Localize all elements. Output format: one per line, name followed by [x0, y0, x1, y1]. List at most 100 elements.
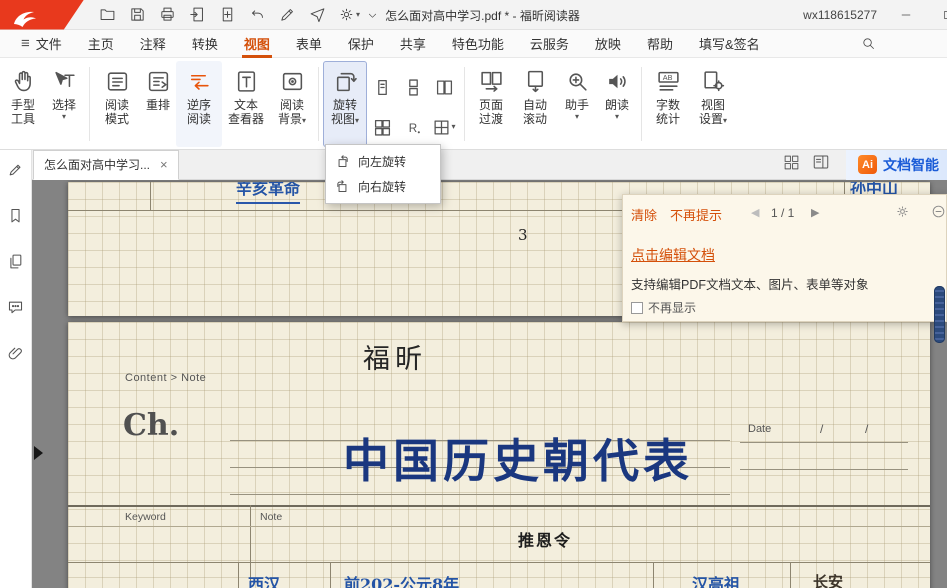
- rotate-view-icon: [333, 66, 358, 96]
- breadcrumb: Content > Note: [125, 372, 206, 384]
- menu-share[interactable]: 共享: [387, 30, 439, 58]
- comments-button[interactable]: [7, 298, 25, 316]
- reverse-reading-button[interactable]: 逆序阅读: [176, 61, 222, 147]
- collapse-panel-button[interactable]: [931, 204, 946, 224]
- page-transition-button[interactable]: 页面过渡: [469, 61, 513, 147]
- menu-file[interactable]: ≡ 文件: [8, 30, 75, 58]
- reflow-button[interactable]: 重排: [140, 61, 176, 147]
- thumbnail-grid-button[interactable]: [783, 154, 800, 176]
- print-button[interactable]: [158, 6, 176, 24]
- date-slash: /: [865, 422, 868, 436]
- read-mode-button[interactable]: 阅读模式: [94, 61, 140, 147]
- minimize-button[interactable]: [893, 2, 919, 28]
- reverse-reading-icon: [187, 66, 212, 96]
- word-count-button[interactable]: AB 字数统计: [646, 61, 690, 147]
- foxit-logo: [0, 0, 84, 30]
- read-aloud-button[interactable]: 朗读 ▾: [597, 61, 637, 147]
- text-viewer-button[interactable]: 文本查看器: [222, 61, 270, 147]
- menu-home[interactable]: 主页: [75, 30, 127, 58]
- next-page-icon[interactable]: ▶: [811, 206, 819, 219]
- rotate-view-label-1: 旋转: [333, 98, 357, 112]
- page-thumbnails-button[interactable]: [7, 252, 25, 270]
- rotate-left-label: 向左旋转: [358, 153, 406, 170]
- handwriting-years: 前202-公元8年: [344, 571, 459, 588]
- menu-file-label: 文件: [36, 34, 62, 53]
- read-aloud-label: 朗读: [605, 98, 629, 112]
- caret-down-icon: ▾: [575, 112, 579, 122]
- rotate-view-button[interactable]: 旋转视图▾: [323, 61, 367, 147]
- title-bar: ▾ 怎么面对高中学习.pdf * - 福昕阅读器 wx118615277: [0, 0, 947, 30]
- document-main-title: 中国历史朝代表: [248, 425, 788, 491]
- facing-pages-button[interactable]: [436, 79, 453, 96]
- menu-features[interactable]: 特色功能: [439, 30, 517, 58]
- previous-page-icon[interactable]: ◀: [751, 206, 759, 219]
- note-label: Note: [260, 511, 282, 523]
- window-title: 怎么面对高中学习.pdf * - 福昕阅读器: [385, 7, 580, 24]
- menu-protect[interactable]: 保护: [335, 30, 387, 58]
- caret-down-icon: ▾: [615, 112, 619, 122]
- menu-view[interactable]: 视图: [231, 30, 283, 58]
- view-settings-label-2: 设置: [699, 112, 723, 126]
- rotate-left-item[interactable]: 向左旋转: [326, 149, 440, 174]
- table-line: [330, 562, 331, 588]
- save-button[interactable]: [128, 6, 146, 24]
- menu-convert[interactable]: 转换: [179, 30, 231, 58]
- expand-panel-arrow[interactable]: [34, 446, 43, 460]
- close-tab-icon[interactable]: ×: [160, 157, 168, 172]
- share-button[interactable]: [308, 6, 326, 24]
- document-tab[interactable]: 怎么面对高中学习... ×: [33, 150, 179, 180]
- continuous-page-button[interactable]: [405, 79, 422, 96]
- menu-form[interactable]: 表单: [283, 30, 335, 58]
- bookmark-button[interactable]: [7, 206, 25, 224]
- menu-help[interactable]: 帮助: [634, 30, 686, 58]
- open-file-button[interactable]: [98, 6, 116, 24]
- rotate-right-item[interactable]: 向右旋转: [326, 174, 440, 199]
- ai-logo-icon: Ai: [858, 155, 877, 174]
- reading-background-icon: [280, 66, 305, 96]
- ai-document-button[interactable]: Ai 文档智能: [846, 150, 947, 180]
- dont-show-row[interactable]: 不再显示: [631, 299, 696, 316]
- attachment-button[interactable]: [7, 344, 25, 362]
- ai-document-label: 文档智能: [883, 155, 939, 175]
- menu-fill-sign[interactable]: 填写&签名: [686, 30, 773, 58]
- document-view-area[interactable]: 辛亥革命 孙中山 3 福昕 Content > Note Ch. Date / …: [32, 180, 947, 588]
- hand-tool-button[interactable]: 手型工具: [3, 61, 43, 147]
- single-page-button[interactable]: [374, 79, 391, 96]
- search-button[interactable]: [848, 30, 889, 58]
- view-settings-button[interactable]: 视图设置▾: [690, 61, 736, 147]
- left-panel-toolbar: [0, 150, 32, 588]
- continuous-facing-button[interactable]: [374, 119, 391, 136]
- edit-document-link[interactable]: 点击编辑文档: [631, 245, 715, 265]
- read-mode-label-1: 阅读: [105, 98, 129, 112]
- edit-pen-button[interactable]: [278, 6, 296, 24]
- menu-comment[interactable]: 注释: [127, 30, 179, 58]
- export-document-button[interactable]: [188, 6, 206, 24]
- search-icon: [861, 36, 876, 51]
- auto-scroll-button[interactable]: 自动滚动: [513, 61, 557, 147]
- new-document-button[interactable]: [218, 6, 236, 24]
- reverse-view-button[interactable]: R: [405, 119, 422, 136]
- reading-background-button[interactable]: 阅读背景▾: [270, 61, 314, 147]
- text-viewer-icon: [234, 66, 259, 96]
- menu-cloud[interactable]: 云服务: [517, 30, 582, 58]
- handwriting-emperor: 汉高祖: [692, 571, 740, 588]
- reading-panel-button[interactable]: [812, 153, 830, 176]
- annotate-pencil-button[interactable]: [7, 160, 25, 178]
- no-remind-button[interactable]: 不再提示: [670, 205, 722, 224]
- page-display-button[interactable]: ▾: [433, 119, 455, 136]
- window-controls: wx118615277: [803, 2, 947, 28]
- clear-button[interactable]: 清除: [631, 205, 657, 224]
- scrollbar-thumb[interactable]: [934, 286, 945, 343]
- assistant-button[interactable]: 助手 ▾: [557, 61, 597, 147]
- undo-button[interactable]: [248, 6, 266, 24]
- dont-show-checkbox[interactable]: [631, 302, 643, 314]
- select-tool-button[interactable]: 选择 ▾: [43, 61, 85, 147]
- settings-button[interactable]: ▾: [338, 6, 360, 23]
- maximize-button[interactable]: [935, 2, 947, 28]
- menu-present[interactable]: 放映: [582, 30, 634, 58]
- notification-settings-button[interactable]: [895, 204, 910, 224]
- reading-background-label-2: 背景: [278, 112, 302, 126]
- assistant-label: 助手: [565, 98, 589, 112]
- tab-bar: 怎么面对高中学习... × Ai 文档智能: [32, 150, 947, 180]
- table-line: [790, 562, 791, 588]
